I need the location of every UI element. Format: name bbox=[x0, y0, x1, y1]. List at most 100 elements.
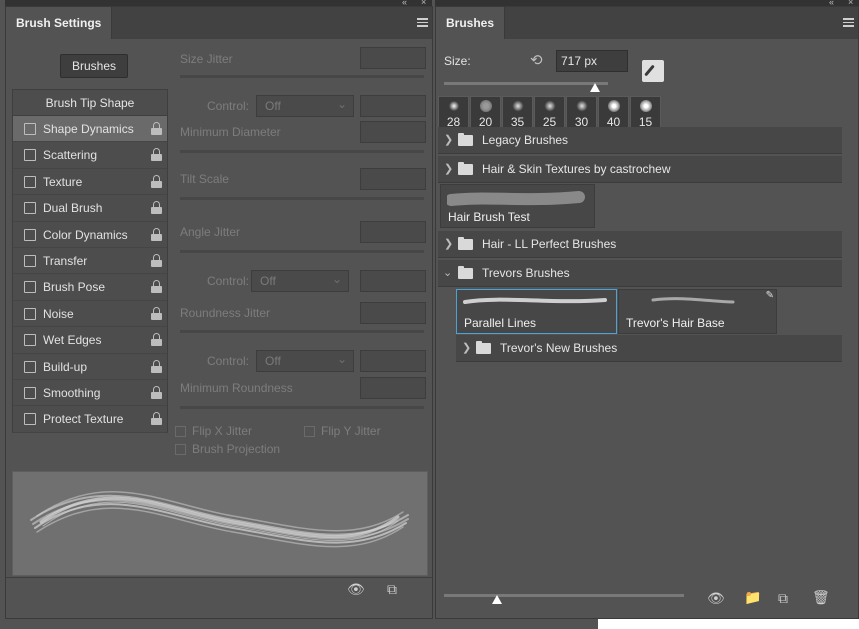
lock-icon[interactable] bbox=[151, 280, 162, 294]
option-checkbox[interactable] bbox=[24, 123, 36, 135]
chevron-right-icon[interactable]: ❯ bbox=[444, 231, 453, 258]
control-label: Control: bbox=[207, 99, 250, 113]
brush-option-item[interactable]: Brush Pose bbox=[13, 274, 167, 301]
chevron-right-icon[interactable]: ❯ bbox=[444, 127, 453, 154]
roundness-jitter-field[interactable] bbox=[360, 302, 426, 324]
lock-icon[interactable] bbox=[151, 227, 162, 241]
lock-icon[interactable] bbox=[151, 253, 162, 267]
group-legacy-brushes[interactable]: ❯ Legacy Brushes bbox=[438, 127, 842, 154]
tab-brush-settings[interactable]: Brush Settings bbox=[6, 7, 113, 39]
option-checkbox[interactable] bbox=[24, 413, 36, 426]
group-trevors-brushes[interactable]: ⌄ Trevors Brushes bbox=[438, 260, 842, 287]
brush-trevors-hair-base[interactable]: ✎ Trevor's Hair Base bbox=[618, 289, 777, 334]
chevron-down-icon[interactable]: ⌄ bbox=[443, 260, 452, 287]
option-checkbox[interactable] bbox=[24, 307, 36, 320]
tilt-scale-slider[interactable] bbox=[180, 197, 424, 200]
group-hair-skin-textures[interactable]: ❯ Hair & Skin Textures by castrochew bbox=[438, 156, 842, 183]
group-trevors-new-brushes[interactable]: ❯ Trevor's New Brushes bbox=[456, 335, 842, 362]
brush-option-item[interactable]: Build-up bbox=[13, 354, 167, 380]
angle-control-field[interactable] bbox=[360, 270, 426, 292]
angle-jitter-slider[interactable] bbox=[180, 250, 424, 253]
brush-projection-checkbox[interactable] bbox=[175, 444, 186, 455]
chevron-right-icon[interactable]: ❯ bbox=[444, 156, 453, 183]
trash-icon[interactable]: 🗑 bbox=[812, 589, 830, 606]
option-checkbox[interactable] bbox=[24, 149, 36, 162]
lock-icon[interactable] bbox=[151, 333, 162, 347]
brushes-panel-button[interactable]: Brushes bbox=[60, 54, 128, 78]
size-slider-thumb[interactable] bbox=[589, 83, 600, 92]
size-jitter-field[interactable] bbox=[360, 47, 426, 69]
minimum-diameter-field[interactable] bbox=[360, 121, 426, 143]
brush-parallel-lines[interactable]: Parallel Lines bbox=[456, 289, 617, 334]
new-brush-icon[interactable]: ⧉ bbox=[387, 581, 397, 598]
option-checkbox[interactable] bbox=[24, 254, 36, 267]
lock-icon[interactable] bbox=[151, 385, 162, 399]
option-checkbox[interactable] bbox=[24, 175, 36, 188]
brush-hair-brush-test[interactable]: Hair Brush Test bbox=[440, 184, 595, 228]
brush-option-item[interactable]: Noise bbox=[13, 301, 167, 328]
angle-control-select[interactable]: Off bbox=[251, 269, 349, 292]
minimum-diameter-slider[interactable] bbox=[180, 150, 424, 153]
flip-x-checkbox[interactable] bbox=[175, 426, 186, 437]
roundness-jitter-slider[interactable] bbox=[180, 330, 424, 333]
chevron-right-icon[interactable]: ❯ bbox=[462, 335, 471, 362]
brush-preset[interactable]: 40 bbox=[598, 96, 629, 131]
brush-flyout-icon[interactable] bbox=[642, 60, 664, 82]
lock-icon[interactable] bbox=[151, 148, 162, 162]
brush-option-item[interactable]: Wet Edges bbox=[13, 327, 167, 354]
size-control-select[interactable]: Off bbox=[256, 94, 354, 117]
lock-icon[interactable] bbox=[151, 306, 162, 320]
new-group-folder-icon[interactable]: 📁 bbox=[744, 589, 761, 606]
brush-option-item[interactable]: Texture bbox=[13, 169, 167, 196]
brush-preset[interactable]: 35 bbox=[502, 96, 533, 131]
brush-option-item[interactable]: Smoothing bbox=[13, 380, 167, 407]
angle-jitter-field[interactable] bbox=[360, 221, 426, 243]
brush-edit-icon[interactable]: ✎ bbox=[766, 290, 774, 301]
size-control-field[interactable] bbox=[360, 95, 426, 117]
group-hair-ll-perfect[interactable]: ❯ Hair - LL Perfect Brushes bbox=[438, 231, 842, 258]
size-slider[interactable] bbox=[444, 82, 608, 92]
toggle-preview-icon[interactable]: 👁 bbox=[347, 581, 365, 598]
thumbnail-size-thumb[interactable] bbox=[491, 595, 502, 604]
new-brush-icon[interactable]: ⧉ bbox=[778, 590, 788, 607]
option-checkbox[interactable] bbox=[24, 386, 36, 399]
brush-option-item[interactable]: Protect Texture bbox=[13, 406, 167, 433]
option-checkbox[interactable] bbox=[24, 360, 36, 373]
brush-preset[interactable]: 28 bbox=[438, 96, 469, 131]
toggle-preview-icon[interactable]: 👁 bbox=[707, 590, 725, 607]
brush-tip-shape-item[interactable]: Brush Tip Shape bbox=[13, 90, 167, 116]
option-checkbox[interactable] bbox=[24, 334, 36, 347]
minimum-roundness-slider[interactable] bbox=[180, 406, 424, 409]
minimum-roundness-field[interactable] bbox=[360, 377, 426, 399]
roundness-control-field[interactable] bbox=[360, 350, 426, 372]
size-jitter-slider[interactable] bbox=[180, 75, 424, 78]
reset-size-icon[interactable]: ⟲ bbox=[530, 51, 543, 69]
size-label: Size: bbox=[444, 54, 471, 68]
brush-option-item[interactable]: Shape Dynamics bbox=[13, 116, 167, 143]
brushes-panel: Brushes Size: ⟲ 717 px 28 20 35 25 30 40 15 ❯ … bbox=[435, 6, 859, 619]
tilt-scale-field[interactable] bbox=[360, 168, 426, 190]
flip-y-checkbox[interactable] bbox=[304, 426, 315, 437]
panel-menu-icon[interactable] bbox=[417, 18, 428, 27]
brush-preset[interactable]: 20 bbox=[470, 96, 501, 131]
lock-icon[interactable] bbox=[151, 122, 162, 135]
brush-preset[interactable]: 30 bbox=[566, 96, 597, 131]
brush-preset[interactable]: 25 bbox=[534, 96, 565, 131]
size-field[interactable]: 717 px bbox=[556, 50, 628, 72]
lock-icon[interactable] bbox=[151, 201, 162, 215]
lock-icon[interactable] bbox=[151, 359, 162, 373]
tab-brushes[interactable]: Brushes bbox=[436, 7, 506, 39]
brush-preset[interactable]: 15 bbox=[630, 96, 661, 131]
brush-option-item[interactable]: Color Dynamics bbox=[13, 222, 167, 248]
roundness-control-select[interactable]: Off bbox=[256, 349, 354, 372]
lock-icon[interactable] bbox=[151, 412, 162, 426]
brush-option-item[interactable]: Scattering bbox=[13, 142, 167, 169]
brush-option-item[interactable]: Transfer bbox=[13, 248, 167, 275]
lock-icon[interactable] bbox=[151, 174, 162, 188]
option-checkbox[interactable] bbox=[24, 228, 36, 241]
option-checkbox[interactable] bbox=[24, 202, 36, 215]
panel-menu-icon[interactable] bbox=[843, 18, 854, 27]
brush-option-item[interactable]: Dual Brush bbox=[13, 195, 167, 222]
option-checkbox[interactable] bbox=[24, 281, 36, 294]
thumbnail-size-slider[interactable] bbox=[444, 594, 684, 604]
